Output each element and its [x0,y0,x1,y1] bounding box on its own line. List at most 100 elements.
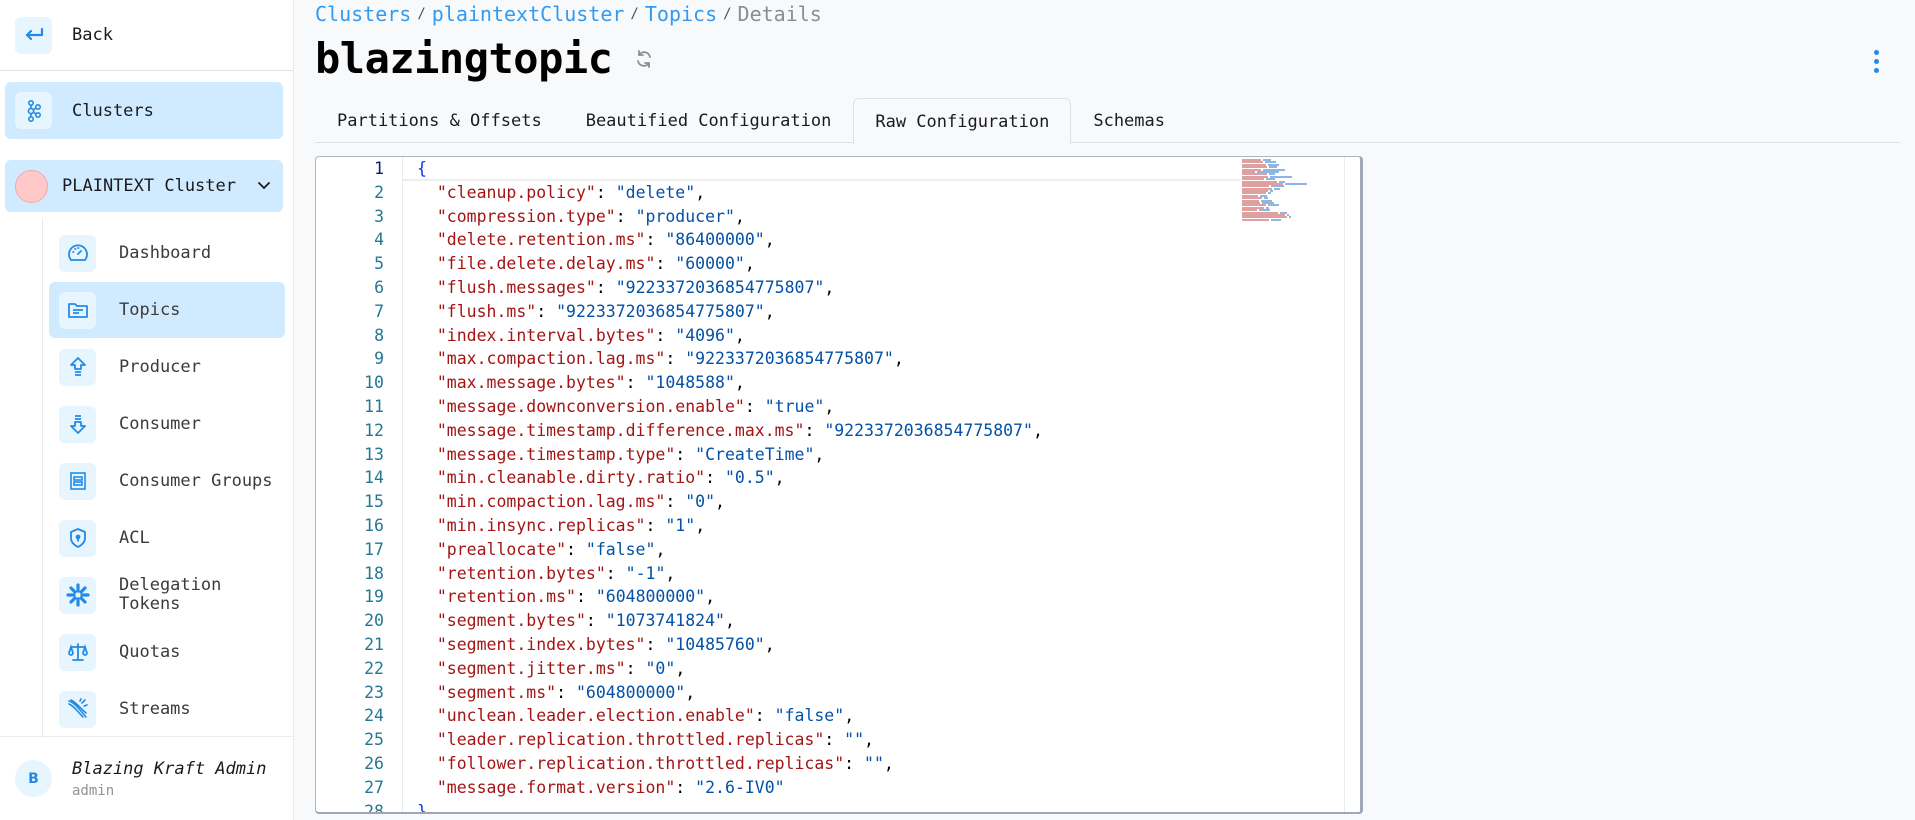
sidebar-item-consumer[interactable]: Consumer [49,396,285,452]
json-colon: : [645,515,666,535]
json-colon: : [804,420,825,440]
sidebar-item-streams[interactable]: Streams [49,681,285,737]
json-value: "1073741824" [605,611,725,631]
json-comma: , [824,277,835,297]
line-number: 18 [364,563,384,583]
json-key: "retention.bytes" [436,563,606,583]
code-line: "segment.ms": "604800000", [403,681,1240,705]
code-line: "unclean.leader.election.enable": "false… [403,704,1240,728]
line-number: 9 [374,349,384,369]
sidebar-item-delegation-tokens[interactable]: Delegation Tokens [49,567,285,623]
line-number: 5 [374,254,384,274]
tab-raw-configuration[interactable]: Raw Configuration [853,98,1072,144]
json-colon: : [625,373,646,393]
return-arrow-icon [15,16,52,54]
json-value: "9223372036854775807" [615,277,825,297]
cluster-selector[interactable]: PLAINTEXT Cluster [5,160,283,212]
line-number-gutter: 1 2 3 4 5 6 7 8 9 10 11 12 13 14 15 16 17 18 19 20 21 22 23 24 2… [316,157,402,812]
user-profile[interactable]: B Blazing Kraft Admin admin [0,736,294,820]
json-key: "message.timestamp.difference.max.ms" [436,420,805,440]
sidebar-item-clusters[interactable]: Clusters [5,82,283,139]
code-line: "min.compaction.lag.ms": "0", [403,490,1240,514]
json-key: "max.compaction.lag.ms" [436,349,666,369]
json-comma: , [744,254,755,274]
json-value: "0" [645,658,676,678]
shield-lock-icon [59,519,96,557]
json-comma: , [675,658,686,678]
line-number: 26 [364,753,384,773]
line-number: 20 [364,611,384,631]
code-area[interactable]: { "cleanup.policy": "delete", "compressi… [402,157,1240,812]
sidebar-item-dashboard[interactable]: Dashboard [49,225,285,281]
json-colon: : [844,753,865,773]
json-comma: , [695,182,706,202]
json-comma: , [665,563,676,583]
asterisk-icon [59,576,96,614]
json-value: "2.6-IV0" [695,777,785,797]
refresh-icon[interactable] [634,49,654,69]
breadcrumb-clusters[interactable]: Clusters [315,2,411,26]
minimap-value [1289,216,1292,219]
json-colon: : [556,682,576,702]
code-line: "follower.replication.throttled.replicas… [403,752,1240,776]
code-line: "delete.retention.ms": "86400000", [403,228,1240,252]
line-number: 25 [364,730,384,750]
minimap-key [1242,218,1270,221]
json-colon: : [625,658,646,678]
json-comma: , [844,706,855,726]
sidebar-item-label: Clusters [72,100,154,121]
sidebar-item-quotas[interactable]: Quotas [49,624,285,680]
scale-icon [59,633,96,671]
tab-beautified-configuration[interactable]: Beautified Configuration [564,97,854,143]
code-line: "index.interval.bytes": "4096", [403,324,1240,348]
line-number: 12 [364,420,384,440]
json-comma: , [734,325,745,345]
vertical-scrollbar[interactable] [1344,157,1360,812]
json-key: "segment.jitter.ms" [436,658,626,678]
sidebar-item-acl[interactable]: ACL [49,510,285,566]
user-role: admin [72,782,115,799]
breadcrumb-current: Details [737,2,822,26]
back-button[interactable]: Back [0,0,293,71]
tab-partitions-offsets[interactable]: Partitions & Offsets [315,97,564,143]
line-number: 15 [364,492,384,512]
json-comma: , [734,206,745,226]
more-options-icon[interactable] [1874,50,1879,73]
sidebar-item-label: ACL [119,527,150,548]
line-number: 11 [364,396,384,416]
minimap-value [1268,204,1279,207]
json-colon: : [824,730,845,750]
json-value: "0.5" [724,468,775,488]
avatar: B [15,760,52,797]
chevron-down-icon [257,176,271,195]
tab-list: Partitions & Offsets Beautified Configur… [315,97,1900,144]
json-colon: : [665,349,686,369]
line-number: 6 [374,277,384,297]
sidebar-item-topics[interactable]: Topics [49,282,285,338]
json-colon: : [675,444,696,464]
json-key: "leader.replication.throttled.replicas" [436,730,825,750]
sidebar-item-consumer-groups[interactable]: Consumer Groups [49,453,285,509]
tab-schemas[interactable]: Schemas [1071,97,1187,143]
json-editor[interactable]: 1 2 3 4 5 6 7 8 9 10 11 12 13 14 15 16 17 18 19 20 21 22 23 24 2… [315,156,1363,814]
minimap-line [1242,218,1342,221]
json-key: "message.format.version" [436,777,676,797]
json-colon: : [536,301,557,321]
code-line: "message.downconversion.enable": "true", [403,395,1240,419]
json-value: "10485760" [665,634,765,654]
json-brace: } [417,801,427,814]
sidebar-item-producer[interactable]: Producer [49,339,285,395]
code-line: "retention.bytes": "-1", [403,562,1240,586]
code-line: "flush.messages": "9223372036854775807", [403,276,1240,300]
sidebar-item-label: Streams [119,698,191,719]
json-comma: , [705,587,716,607]
json-colon: : [665,492,686,512]
line-number: 21 [364,634,384,654]
json-value: "delete" [615,182,696,202]
breadcrumb-topics[interactable]: Topics [645,2,717,26]
minimap[interactable] [1242,159,1342,229]
breadcrumb-cluster[interactable]: plaintextCluster [432,2,625,26]
json-value: "0" [685,492,716,512]
json-key: "min.compaction.lag.ms" [436,492,666,512]
breadcrumb-separator: / [630,6,639,22]
